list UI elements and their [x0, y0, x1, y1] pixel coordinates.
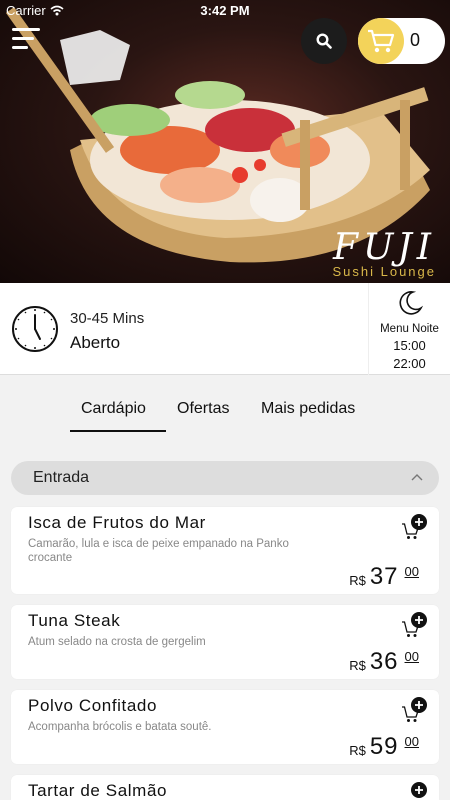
item-description: Acompanha brócolis e batata soutê. [28, 721, 212, 733]
cart-count: 0 [410, 30, 421, 50]
tab-cardapio[interactable]: Cardápio [81, 400, 146, 418]
price-currency: R$ [349, 573, 366, 588]
tab-ofertas[interactable]: Ofertas [177, 400, 229, 418]
cart-icon [368, 29, 395, 53]
logo-name: FUJI [332, 227, 436, 268]
delivery-time: 30-45 Mins [70, 310, 145, 327]
add-to-cart-icon[interactable] [401, 611, 427, 639]
menu-item[interactable]: Tuna Steak Atum selado na crosta de gerg… [11, 605, 439, 679]
item-price: R$ 59 00 [349, 733, 419, 761]
price-integer: 36 [369, 648, 399, 675]
category-header[interactable]: Entrada [11, 461, 439, 495]
price-integer: 37 [369, 563, 399, 590]
search-icon [316, 33, 332, 49]
search-button[interactable] [301, 18, 347, 64]
item-title: Tartar de Salmão [28, 781, 168, 800]
menu-item[interactable]: Isca de Frutos do Mar Camarão, lula e is… [11, 507, 439, 594]
price-currency: R$ [349, 743, 366, 758]
add-to-cart-icon[interactable] [401, 513, 427, 541]
menu-schedule[interactable]: Menu Noite 15:00 22:00 [368, 283, 450, 375]
add-to-cart-icon[interactable] [401, 696, 427, 724]
price-integer: 59 [369, 733, 399, 760]
moon-icon [398, 291, 423, 315]
price-decimal: 00 [404, 734, 419, 749]
add-to-cart-icon[interactable] [401, 781, 427, 800]
item-description: Atum selado na crosta de gergelim [28, 636, 206, 648]
open-time: 15:00 [393, 338, 426, 353]
item-title: Isca de Frutos do Mar [28, 513, 206, 532]
active-tab-indicator [70, 430, 166, 432]
menu-tabs: Cardápio Ofertas Mais pedidas [0, 376, 450, 446]
logo-subtitle: Sushi Lounge [332, 264, 436, 279]
item-title: Polvo Confitado [28, 696, 158, 715]
restaurant-logo: FUJI Sushi Lounge [332, 227, 436, 280]
price-decimal: 00 [404, 649, 419, 664]
cart-button[interactable]: 0 [358, 18, 445, 64]
close-time: 22:00 [393, 356, 426, 371]
item-title: Tuna Steak [28, 611, 121, 630]
restaurant-info: 30-45 Mins Aberto Menu Noite 15:00 22:00 [0, 283, 450, 375]
category-label: Entrada [33, 469, 90, 486]
status-time: 3:42 PM [200, 3, 250, 18]
item-price: R$ 36 00 [349, 648, 419, 676]
clock-icon [12, 306, 58, 352]
chevron-up-icon [411, 474, 423, 481]
menu-item[interactable]: Polvo Confitado Acompanha brócolis e bat… [11, 690, 439, 764]
hero-banner: Carrier 3:42 PM 0 FUJI Sushi Lounge [0, 0, 450, 283]
item-description: Camarão, lula e isca de peixe empanado n… [28, 538, 289, 564]
open-status: Aberto [70, 333, 121, 352]
price-currency: R$ [349, 658, 366, 673]
menu-item[interactable]: Tartar de Salmão [11, 775, 439, 800]
item-price: R$ 37 00 [349, 563, 419, 591]
menu-icon[interactable] [12, 28, 42, 52]
price-decimal: 00 [404, 564, 419, 579]
menu-label: Menu Noite [380, 323, 439, 335]
tab-mais-pedidas[interactable]: Mais pedidas [261, 400, 355, 418]
